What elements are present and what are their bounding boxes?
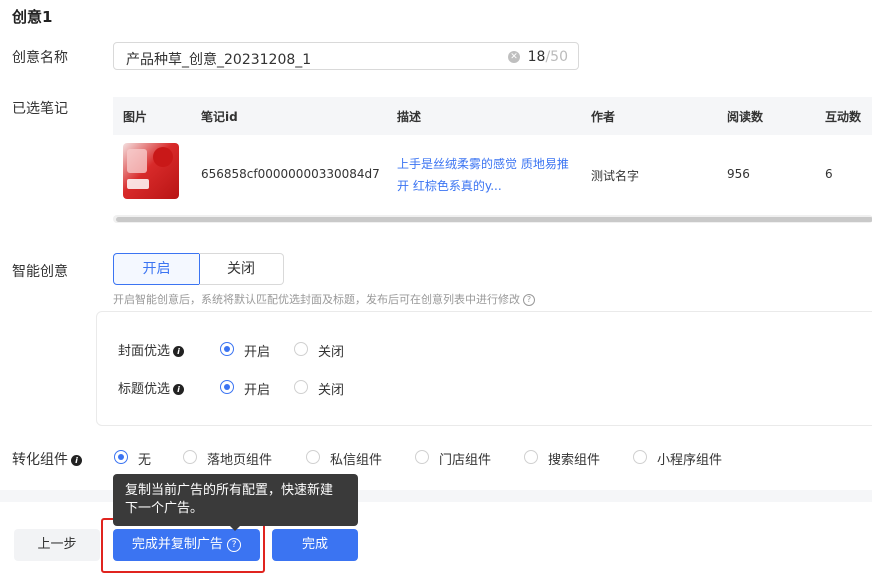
info-icon[interactable]: i <box>173 346 185 357</box>
col-note-id: 笔记id <box>201 110 238 124</box>
cover-optimize-label: 封面优选 i <box>118 340 185 359</box>
conversion-miniprogram-label[interactable]: 小程序组件 <box>657 449 722 468</box>
title-off-label[interactable]: 关闭 <box>318 379 344 398</box>
note-description[interactable]: 上手是丝绒柔雾的感觉 质地易推 开 红棕色系真的y... <box>397 153 572 197</box>
conversion-search-radio[interactable] <box>524 450 538 464</box>
conversion-none-radio[interactable] <box>114 450 128 464</box>
tooltip-line2: 下一个广告。 <box>125 501 204 516</box>
col-interactions: 互动数 <box>825 110 862 124</box>
info-icon[interactable]: i <box>71 454 82 466</box>
conversion-none-label[interactable]: 无 <box>138 449 151 468</box>
smart-creative-label: 智能创意 <box>12 264 68 280</box>
title-off-radio[interactable] <box>294 380 308 394</box>
conversion-landing-label[interactable]: 落地页组件 <box>207 449 272 468</box>
note-reads: 956 <box>727 167 750 181</box>
title-optimize-label: 标题优选 i <box>118 378 185 397</box>
smart-options-panel: 封面优选 i 开启 关闭 标题优选 i 开启 关闭 <box>96 311 872 426</box>
section-title: 创意1 <box>12 8 53 26</box>
conversion-store-radio[interactable] <box>415 450 429 464</box>
table-header: 图片 笔记id 描述 作者 阅读数 互动数 <box>113 97 872 135</box>
cover-off-label[interactable]: 关闭 <box>318 341 344 360</box>
conversion-search-label[interactable]: 搜索组件 <box>548 449 600 468</box>
char-count-current: 18 <box>527 49 546 65</box>
note-description-line2: 开 红棕色系真的y... <box>397 179 502 193</box>
smart-creative-on-button[interactable]: 开启 <box>113 253 200 285</box>
notes-table: 图片 笔记id 描述 作者 阅读数 互动数 656858cf0000000033… <box>113 97 872 227</box>
char-count: 18/50 <box>528 49 568 65</box>
finish-button[interactable]: 完成 <box>272 529 358 561</box>
note-interactions: 6 <box>825 167 833 181</box>
copy-tooltip: 复制当前广告的所有配置，快速新建 下一个广告。 <box>113 474 358 526</box>
col-author: 作者 <box>591 110 616 124</box>
conversion-message-radio[interactable] <box>306 450 320 464</box>
clear-icon[interactable]: ✕ <box>508 51 520 63</box>
char-count-max: /50 <box>545 49 568 65</box>
selected-notes-label: 已选笔记 <box>12 101 68 117</box>
info-icon[interactable]: i <box>173 384 185 395</box>
conversion-landing-radio[interactable] <box>183 450 197 464</box>
creative-name-value: 产品种草_创意_20231208_1 <box>126 52 312 68</box>
prev-step-button[interactable]: 上一步 <box>14 529 100 561</box>
col-description: 描述 <box>397 110 422 124</box>
conversion-component-label: 转化组件 i <box>12 449 82 469</box>
col-image: 图片 <box>123 110 148 124</box>
cover-off-radio[interactable] <box>294 342 308 356</box>
cover-on-radio[interactable] <box>220 342 234 356</box>
creative-name-input[interactable]: 产品种草_创意_20231208_1 ✕ 18/50 <box>113 42 579 70</box>
tooltip-arrow <box>229 525 241 531</box>
note-author: 测试名字 <box>591 169 640 183</box>
note-thumbnail <box>123 143 179 199</box>
col-reads: 阅读数 <box>727 110 764 124</box>
note-id: 656858cf00000000330084d7 <box>201 167 380 181</box>
title-on-label[interactable]: 开启 <box>244 379 270 398</box>
conversion-message-label[interactable]: 私信组件 <box>330 449 382 468</box>
title-on-radio[interactable] <box>220 380 234 394</box>
cover-optimize-label-text: 封面优选 <box>118 344 171 359</box>
title-optimize-label-text: 标题优选 <box>118 382 171 397</box>
tooltip-line1: 复制当前广告的所有配置，快速新建 <box>125 483 334 498</box>
conversion-store-label[interactable]: 门店组件 <box>439 449 491 468</box>
conversion-miniprogram-radio[interactable] <box>633 450 647 464</box>
smart-creative-hint: 开启智能创意后，系统将默认匹配优选封面及标题，发布后可在创意列表中进行修改? <box>113 291 535 307</box>
conversion-component-label-text: 转化组件 <box>12 452 68 468</box>
smart-creative-off-button[interactable]: 关闭 <box>199 253 284 285</box>
help-icon[interactable]: ? <box>523 294 535 306</box>
creative-name-label: 创意名称 <box>12 50 68 66</box>
table-scrollbar-thumb[interactable] <box>116 217 872 222</box>
cover-on-label[interactable]: 开启 <box>244 341 270 360</box>
smart-creative-hint-text: 开启智能创意后，系统将默认匹配优选封面及标题，发布后可在创意列表中进行修改 <box>113 293 520 306</box>
note-description-line1: 上手是丝绒柔雾的感觉 质地易推 <box>397 157 569 171</box>
